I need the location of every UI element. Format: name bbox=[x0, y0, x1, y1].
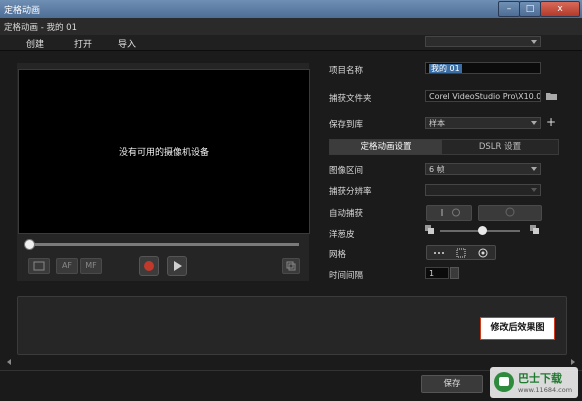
bus-logo-icon bbox=[494, 372, 514, 392]
interval-stepper[interactable] bbox=[450, 267, 459, 279]
chevron-down-icon bbox=[531, 167, 537, 171]
no-camera-message: 没有可用的摄像机设备 bbox=[118, 148, 209, 158]
af-button[interactable]: AF bbox=[56, 258, 78, 274]
interval-value: 1 bbox=[429, 269, 435, 278]
capture-resolution-dropdown[interactable] bbox=[425, 184, 541, 196]
grid-options[interactable] bbox=[426, 245, 496, 260]
tab-dslr-settings[interactable]: DSLR 设置 bbox=[441, 139, 559, 155]
record-button[interactable] bbox=[139, 256, 159, 276]
play-icon bbox=[174, 261, 182, 271]
record-icon bbox=[144, 261, 154, 271]
interval-input[interactable]: 1 bbox=[425, 267, 449, 279]
project-name-input[interactable]: 我的 01 bbox=[425, 62, 541, 74]
capture-folder-label: 捕获文件夹 bbox=[329, 94, 372, 104]
chevron-down-icon bbox=[531, 121, 537, 125]
title-bar bbox=[0, 0, 582, 18]
onion-skin-less-icon bbox=[425, 225, 435, 235]
scroll-right-icon[interactable] bbox=[571, 359, 575, 365]
menu-dropdown[interactable] bbox=[425, 36, 541, 47]
subheader bbox=[0, 18, 582, 36]
minimize-button[interactable]: – bbox=[498, 1, 520, 17]
onion-skin-label: 洋葱皮 bbox=[329, 230, 355, 240]
onion-skin-slider-thumb[interactable] bbox=[478, 226, 487, 235]
grid-icon bbox=[434, 248, 488, 258]
folder-icon[interactable] bbox=[546, 91, 558, 101]
menu-create[interactable]: 创建 bbox=[26, 37, 44, 50]
menu-open[interactable]: 打开 bbox=[74, 37, 92, 50]
project-name-value: 我的 01 bbox=[429, 64, 462, 73]
project-name-label: 项目名称 bbox=[329, 66, 364, 76]
capture-resolution-label: 捕获分辨率 bbox=[329, 187, 372, 197]
play-button[interactable] bbox=[167, 256, 187, 276]
close-button[interactable]: x bbox=[540, 1, 580, 17]
watermark-logo: 巴士下载 www.11684.com bbox=[490, 367, 578, 398]
fullscreen-icon bbox=[33, 261, 45, 271]
chevron-down-icon bbox=[531, 40, 537, 44]
tab-stop-motion-settings[interactable]: 定格动画设置 bbox=[329, 139, 443, 155]
pause-record-icon bbox=[441, 208, 460, 217]
settings-icon bbox=[505, 207, 515, 217]
capture-folder-input[interactable]: Corel VideoStudio Pro\X10.0\ bbox=[425, 90, 541, 102]
mf-button[interactable]: MF bbox=[80, 258, 102, 274]
fullscreen-button[interactable] bbox=[28, 258, 50, 274]
interval-label: 时间间隔 bbox=[329, 271, 364, 281]
scroll-left-icon[interactable] bbox=[7, 359, 11, 365]
auto-capture-label: 自动捕获 bbox=[329, 209, 364, 219]
snapshot-button[interactable] bbox=[282, 258, 300, 274]
watermark-url: www.11684.com bbox=[518, 386, 573, 394]
save-to-dropdown[interactable]: 样本 bbox=[425, 117, 541, 129]
image-duration-label: 图像区间 bbox=[329, 166, 364, 176]
caption-label: 修改后效果图 bbox=[480, 317, 555, 340]
copy-icon bbox=[286, 261, 296, 271]
save-to-value: 样本 bbox=[429, 119, 445, 128]
timeline-track[interactable] bbox=[27, 243, 299, 246]
maximize-button[interactable]: □ bbox=[519, 1, 541, 17]
grid-label: 网格 bbox=[329, 250, 347, 260]
watermark-text: 巴士下载 bbox=[518, 372, 562, 385]
onion-skin-more-icon bbox=[530, 225, 540, 235]
add-icon[interactable]: + bbox=[546, 116, 556, 128]
image-duration-dropdown[interactable]: 6 帧 bbox=[425, 163, 541, 175]
save-to-label: 保存到库 bbox=[329, 120, 364, 130]
auto-capture-toggle[interactable] bbox=[426, 205, 472, 221]
menu-import[interactable]: 导入 bbox=[118, 37, 136, 50]
window-title: 定格动画 bbox=[4, 6, 41, 16]
chevron-down-icon bbox=[531, 188, 537, 192]
camera-preview: 没有可用的摄像机设备 bbox=[18, 69, 310, 234]
project-path: 定格动画 - 我的 01 bbox=[4, 23, 77, 33]
auto-capture-settings-button[interactable] bbox=[478, 205, 542, 221]
save-button[interactable]: 保存 bbox=[421, 375, 483, 393]
image-duration-value: 6 帧 bbox=[429, 165, 445, 174]
timeline-thumb[interactable] bbox=[24, 239, 35, 250]
